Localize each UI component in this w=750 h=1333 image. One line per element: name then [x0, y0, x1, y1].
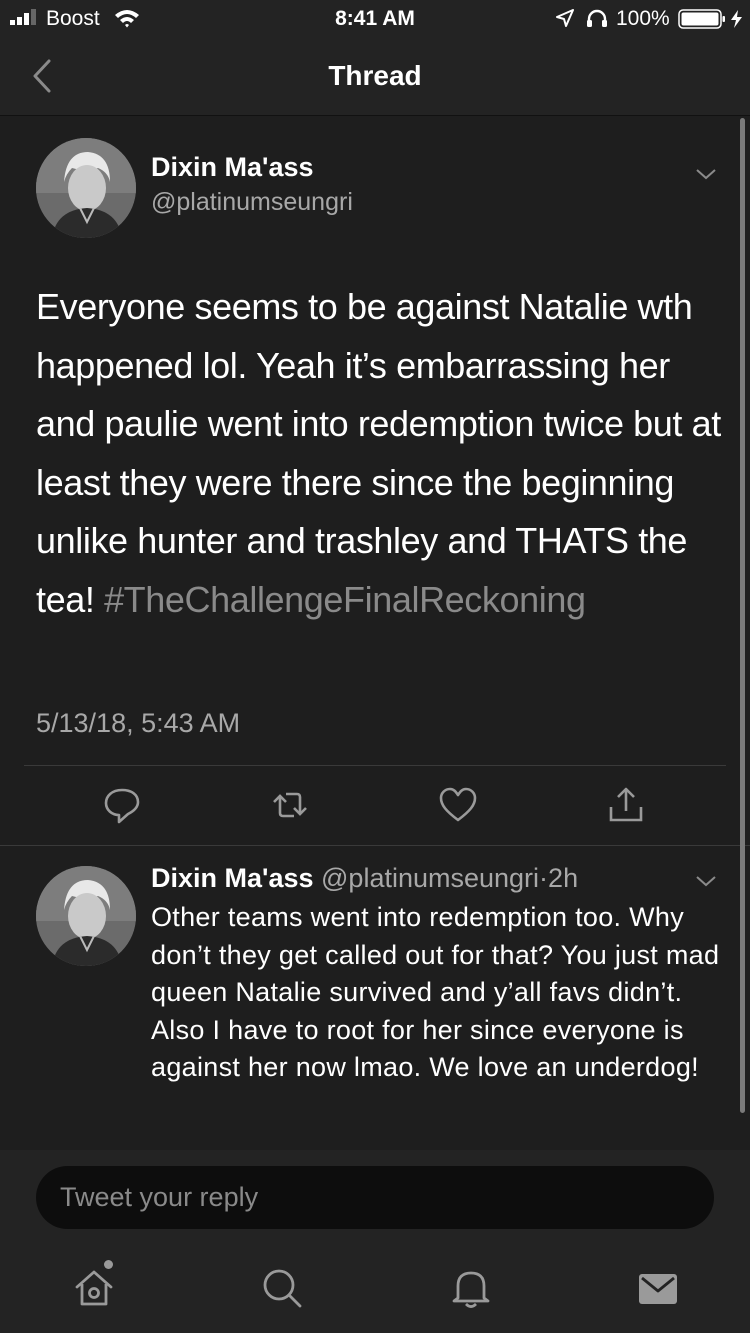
search-icon[interactable] — [260, 1266, 304, 1310]
reply-header: Dixin Ma'ass @platinumseungri·2h — [151, 863, 578, 894]
reply-text: Other teams went into redemption too. Wh… — [151, 902, 720, 1082]
like-icon[interactable] — [438, 785, 478, 825]
reply-separator: · — [539, 863, 549, 893]
headphones-icon — [587, 9, 607, 27]
reply-author-handle[interactable]: @platinumseungri — [321, 863, 539, 893]
chevron-down-icon[interactable] — [695, 167, 717, 181]
author-name[interactable]: Dixin Ma'ass — [151, 152, 314, 183]
new-content-dot — [104, 1260, 113, 1269]
scrollbar[interactable] — [740, 118, 745, 1113]
notifications-icon[interactable] — [449, 1266, 493, 1310]
tweet-timestamp: 5/13/18, 5:43 AM — [36, 708, 241, 738]
hashtag-link[interactable]: #TheChallengeFinalReckoning — [104, 579, 586, 620]
battery-icon — [678, 9, 742, 29]
avatar[interactable] — [36, 866, 136, 966]
reply-icon[interactable] — [102, 785, 142, 825]
author-handle[interactable]: @platinumseungri — [151, 188, 353, 217]
retweet-icon[interactable] — [270, 785, 310, 825]
tweet-body: Everyone seems to be against Natalie wth… — [36, 286, 721, 620]
home-icon[interactable] — [72, 1266, 116, 1310]
status-bar: Boost 8:41 AM 100% — [0, 0, 750, 38]
divider — [24, 765, 726, 766]
avatar[interactable] — [36, 138, 136, 238]
battery-percent: 100% — [616, 7, 670, 30]
location-icon — [556, 9, 574, 27]
messages-icon[interactable] — [636, 1266, 680, 1310]
nav-bar: Thread — [0, 38, 750, 116]
reply-age: 2h — [548, 863, 579, 893]
charging-bolt-icon — [731, 10, 742, 28]
chevron-down-icon[interactable] — [695, 874, 717, 888]
reply-author-name[interactable]: Dixin Ma'ass — [151, 863, 314, 893]
share-icon[interactable] — [606, 785, 646, 825]
tweet-text: Everyone seems to be against Natalie wth… — [36, 278, 726, 629]
reply-input[interactable]: Tweet your reply — [36, 1166, 714, 1229]
page-title: Thread — [328, 60, 422, 91]
